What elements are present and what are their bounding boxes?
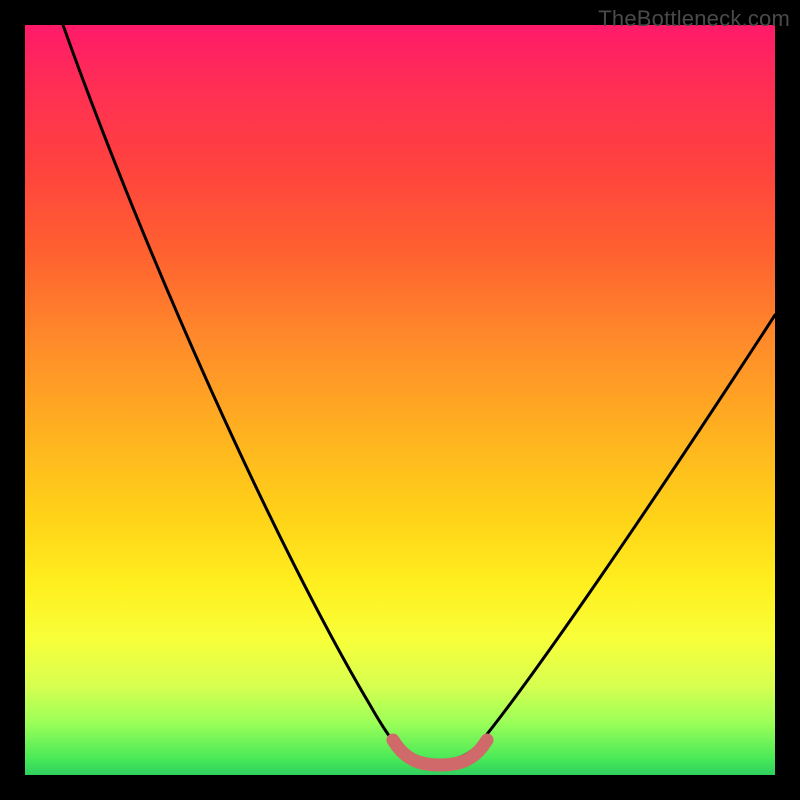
bottleneck-curve-path bbox=[63, 25, 775, 761]
optimal-zone-marker-path bbox=[393, 740, 487, 765]
marker-dot-right bbox=[481, 734, 493, 746]
marker-dot-left bbox=[387, 734, 399, 746]
chart-svg bbox=[25, 25, 775, 775]
attribution-text: TheBottleneck.com bbox=[598, 6, 790, 32]
chart-frame: TheBottleneck.com bbox=[0, 0, 800, 800]
